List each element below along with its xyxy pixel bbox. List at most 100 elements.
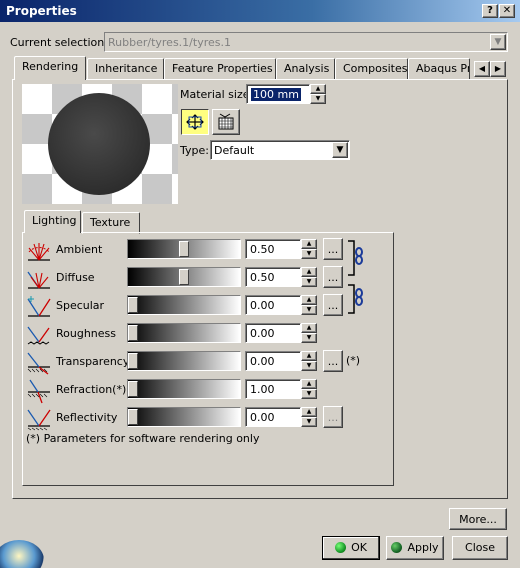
spin-down-icon[interactable]: ▼ [301,249,317,259]
spin-down-icon[interactable]: ▼ [301,389,317,399]
selection-dropdown-icon: ▼ [490,34,506,50]
refraction-spinner[interactable]: 1.00 ▲ ▼ [245,379,317,399]
transparency-slider[interactable] [127,351,241,371]
refraction-slider[interactable] [127,379,241,399]
diffuse-value-field[interactable]: 0.50 [245,267,301,287]
specular-value-field[interactable]: 0.00 [245,295,301,315]
subtab-lighting[interactable]: Lighting [24,210,81,233]
specular-spinner[interactable]: 0.00 ▲ ▼ [245,295,317,315]
transparency-value-field[interactable]: 0.00 [245,351,301,371]
specular-label: Specular [56,299,105,312]
tab-feature-properties[interactable]: Feature Properties [164,58,276,80]
tab-rendering[interactable]: Rendering [14,56,86,80]
type-value: Default [214,144,255,157]
link-diffuse-specular-icon[interactable] [346,282,366,316]
type-select[interactable]: Default [210,140,350,160]
reflectivity-slider[interactable] [127,407,241,427]
spin-down-icon[interactable]: ▼ [301,417,317,427]
material-size-field[interactable]: 100 mm [246,84,310,104]
subtab-texture[interactable]: Texture [82,212,140,234]
diffuse-slider-thumb[interactable] [179,269,189,285]
ok-button[interactable]: OK [322,536,380,560]
reflectivity-spinner[interactable]: 0.00 ▲ ▼ [245,407,317,427]
specular-color-button[interactable]: ... [323,294,343,316]
window-title: Properties [6,4,77,18]
ambient-slider-thumb[interactable] [179,241,189,257]
apply-ball-icon [391,542,403,553]
material-size-spinner[interactable]: 100 mm ▲ ▼ [246,84,326,104]
spin-down-icon[interactable]: ▼ [301,277,317,287]
reflectivity-slider-thumb[interactable] [128,409,138,425]
close-button[interactable]: Close [452,536,508,560]
fit-arrows-icon [186,114,204,130]
spin-down-icon[interactable]: ▼ [301,361,317,371]
transparency-icon [24,350,54,375]
spin-up-icon[interactable]: ▲ [301,379,317,389]
tab-scroll-left-icon[interactable]: ◀ [474,61,490,77]
link-ambient-diffuse-icon[interactable] [346,238,366,278]
ambient-value-field[interactable]: 0.50 [245,239,301,259]
roughness-slider[interactable] [127,323,241,343]
spin-up-icon[interactable]: ▲ [301,295,317,305]
specular-slider[interactable] [127,295,241,315]
spin-up-icon[interactable]: ▲ [310,84,326,94]
transparency-note: (*) [346,354,361,367]
spin-up-icon[interactable]: ▲ [301,407,317,417]
material-size-label: Material size: [180,88,254,101]
title-bar: Properties [0,0,520,22]
material-preview [22,84,178,204]
ambient-label: Ambient [56,243,103,256]
specular-slider-thumb[interactable] [128,297,138,313]
selection-value: Rubber/tyres.1/tyres.1 [108,36,231,49]
apply-button[interactable]: Apply [386,536,444,560]
more-button[interactable]: More... [449,508,507,530]
tab-composites[interactable]: Composites [335,58,408,80]
tab-scroll-right-icon[interactable]: ▶ [490,61,506,77]
spin-up-icon[interactable]: ▲ [301,323,317,333]
logo-glow [0,540,44,568]
diffuse-color-button[interactable]: ... [323,266,343,288]
spin-down-icon[interactable]: ▼ [301,333,317,343]
ambient-spinner[interactable]: 0.50 ▲ ▼ [245,239,317,259]
roughness-value-field[interactable]: 0.00 [245,323,301,343]
spin-up-icon[interactable]: ▲ [301,239,317,249]
transparency-color-button[interactable]: ... [323,350,343,372]
reflectivity-icon [24,406,54,431]
transparency-spinner[interactable]: 0.00 ▲ ▼ [245,351,317,371]
diffuse-slider[interactable] [127,267,241,287]
type-label: Type: [180,144,209,157]
reflectivity-value-field[interactable]: 0.00 [245,407,301,427]
reflectivity-color-button[interactable]: ... [323,406,343,428]
spin-up-icon[interactable]: ▲ [301,267,317,277]
refraction-slider-thumb[interactable] [128,381,138,397]
diffuse-label: Diffuse [56,271,95,284]
selection-label: Current selection : [10,36,112,49]
specular-icon [24,294,54,318]
ambient-slider[interactable] [127,239,241,259]
roughness-label: Roughness [56,327,117,340]
diffuse-icon [24,266,54,290]
diffuse-spinner[interactable]: 0.50 ▲ ▼ [245,267,317,287]
transparency-label: Transparency [56,355,130,368]
refraction-icon [24,378,54,404]
close-window-button[interactable]: ✕ [499,4,515,18]
spin-down-icon[interactable]: ▼ [301,305,317,315]
map-size-toggle[interactable] [181,109,209,135]
texture-mapping-button[interactable] [212,109,240,135]
roughness-icon [24,322,54,346]
type-dropdown-icon[interactable]: ▼ [332,142,348,158]
ambient-icon [24,238,54,262]
tab-analysis[interactable]: Analysis [276,58,335,80]
spin-up-icon[interactable]: ▲ [301,351,317,361]
roughness-spinner[interactable]: 0.00 ▲ ▼ [245,323,317,343]
tab-inheritance[interactable]: Inheritance [87,58,164,80]
mapping-grid-icon [218,113,234,130]
refraction-value-field[interactable]: 1.00 [245,379,301,399]
ambient-color-button[interactable]: ... [323,238,343,260]
roughness-slider-thumb[interactable] [128,325,138,341]
transparency-slider-thumb[interactable] [128,353,138,369]
tab-abaqus[interactable]: Abaqus Pr [408,58,470,80]
selection-field: Rubber/tyres.1/tyres.1 [104,32,508,52]
help-button[interactable]: ? [482,4,498,18]
spin-down-icon[interactable]: ▼ [310,94,326,104]
